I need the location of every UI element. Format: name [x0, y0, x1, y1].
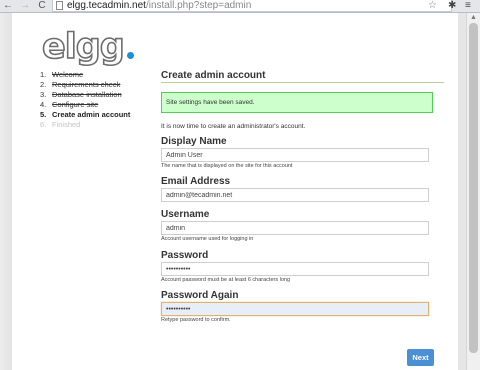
admin-account-form: Create admin account Site settings have …	[161, 69, 444, 324]
intro-text: It is now time to create an administrato…	[161, 123, 306, 130]
username-group: Username Account username used for loggi…	[161, 209, 444, 243]
address-bar[interactable]: elgg.tecadmin.net/install.php?step=admin	[52, 0, 452, 12]
display-name-label: Display Name	[161, 136, 227, 147]
scrollbar[interactable]: ▲	[466, 13, 480, 370]
reload-icon[interactable]: C	[37, 0, 47, 12]
password-again-group: Password Again Retype password to confir…	[161, 290, 444, 324]
username-label: Username	[161, 209, 210, 220]
display-name-help: The name that is displayed on the site f…	[161, 163, 293, 169]
success-message: Site settings have been saved.	[161, 92, 433, 113]
bookmark-star-icon[interactable]: ☆	[428, 0, 437, 12]
display-name-field[interactable]	[161, 148, 429, 162]
step-item: 2. Requirements check	[40, 80, 121, 89]
installer-panel: elgg 1. Welcome 2. Requirements check 3. Da…	[12, 13, 458, 370]
password-label: Password	[161, 250, 209, 261]
step-item: 1. Welcome	[40, 70, 84, 79]
browser-toolbar: ← → C elgg.tecadmin.net/install.php?step…	[0, 0, 480, 13]
logo-dot	[127, 52, 134, 59]
url-path: /install.php?step=admin	[145, 0, 252, 11]
page-margin-right	[458, 13, 466, 370]
password-field[interactable]	[161, 262, 429, 276]
elgg-logo: elgg	[41, 26, 125, 68]
install-steps: 1. Welcome 2. Requirements check 3. Databas…	[40, 70, 130, 130]
menu-icon[interactable]: ≡	[465, 0, 471, 12]
password-help: Account password must be at least 6 char…	[161, 277, 291, 283]
display-name-group: Display Name The name that is displayed …	[161, 136, 444, 170]
password-again-help: Retype password to confirm.	[161, 317, 231, 323]
email-field[interactable]	[161, 188, 429, 202]
step-item: 3. Database installation	[40, 90, 122, 99]
password-again-field[interactable]	[161, 302, 429, 316]
username-field[interactable]	[161, 221, 429, 235]
password-group: Password Account password must be at lea…	[161, 250, 444, 284]
gear-icon[interactable]: ✱	[448, 0, 456, 12]
password-again-label: Password Again	[161, 290, 239, 301]
step-item-current: 5. Create admin account	[40, 110, 131, 119]
email-label: Email Address	[161, 176, 231, 187]
forward-arrow-icon[interactable]: →	[20, 0, 30, 12]
url-host: elgg.tecadmin.net	[67, 0, 146, 11]
title-divider	[161, 82, 444, 83]
email-group: Email Address	[161, 176, 444, 202]
page-icon	[56, 1, 63, 10]
username-help: Account username used for logging in	[161, 236, 254, 242]
back-arrow-icon[interactable]: ←	[3, 0, 13, 12]
page-margin-left	[0, 13, 12, 370]
step-item: 6. Finished	[40, 120, 81, 129]
step-item: 4. Configure site	[40, 100, 99, 109]
logo-text: elgg	[41, 26, 125, 68]
scrollbar-thumb[interactable]	[469, 23, 478, 353]
page-title: Create admin account	[161, 70, 266, 81]
scroll-up-icon[interactable]: ▲	[467, 13, 480, 23]
next-button[interactable]: Next	[407, 349, 434, 366]
